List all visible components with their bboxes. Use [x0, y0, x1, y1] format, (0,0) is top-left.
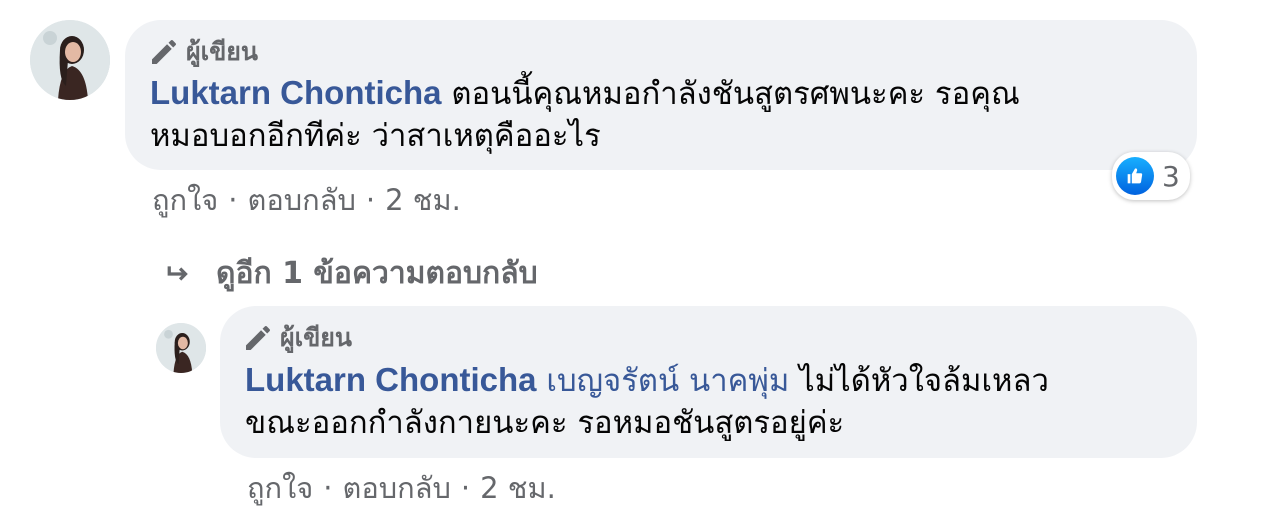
reply-button[interactable]: ตอบกลับ	[343, 465, 451, 511]
reply-body: Luktarn Chonticha เบญจรัตน์ นาคพุ่ม ไม่ไ…	[245, 359, 1175, 444]
timestamp-link[interactable]: 2 ชม.	[385, 177, 461, 223]
view-more-replies-label: ดูอีก 1 ข้อความตอบกลับ	[216, 256, 538, 291]
reply-avatar[interactable]	[156, 323, 206, 373]
like-button[interactable]: ถูกใจ	[247, 465, 313, 511]
separator: ·	[323, 471, 333, 505]
like-reaction-icon	[1116, 157, 1154, 195]
mention-link[interactable]: เบญจรัตน์ นาคพุ่ม	[546, 363, 789, 399]
reply-arrow-icon	[167, 265, 188, 281]
like-button[interactable]: ถูกใจ	[152, 177, 218, 223]
separator: ·	[365, 183, 376, 217]
author-badge-label: ผู้เขียน	[186, 37, 259, 66]
author-name-link[interactable]: Luktarn Chonticha	[245, 361, 537, 398]
profile-photo	[30, 20, 110, 100]
author-name-link[interactable]: Luktarn Chonticha	[150, 74, 442, 111]
pencil-icon	[152, 40, 176, 64]
reaction-count: 3	[1162, 159, 1180, 193]
reply-text-line2: ขณะออกกำลังกายนะคะ รอหมอชันสูตรอยู่ค่ะ	[245, 405, 845, 441]
avatar[interactable]	[30, 20, 110, 100]
separator: ·	[228, 183, 238, 217]
timestamp-link[interactable]: 2 ชม.	[480, 465, 556, 511]
comment-actions: ถูกใจ · ตอบกลับ · 2 ชม.	[152, 177, 461, 223]
separator: ·	[460, 471, 471, 505]
author-badge-label: ผู้เขียน	[280, 323, 353, 352]
reply-text-line1: ไม่ได้หัวใจล้มเหลว	[799, 363, 1049, 399]
view-more-replies-link[interactable]: ดูอีก 1 ข้อความตอบกลับ	[166, 250, 538, 297]
reply-actions: ถูกใจ · ตอบกลับ · 2 ชม.	[247, 465, 556, 511]
comment-text-line2: หมอบอกอีกทีค่ะ ว่าสาเหตุคืออะไร	[150, 118, 601, 154]
profile-photo	[156, 323, 206, 373]
author-badge: ผู้เขียน	[148, 32, 258, 72]
pencil-icon	[246, 326, 270, 350]
author-badge: ผู้เขียน	[242, 318, 352, 358]
reply-button[interactable]: ตอบกลับ	[248, 177, 356, 223]
reaction-summary[interactable]: 3	[1112, 152, 1190, 200]
comment-text-line1: ตอนนี้คุณหมอกำลังชันสูตรศพนะคะ รอคุณ	[451, 76, 1020, 112]
comment-body: Luktarn Chonticha ตอนนี้คุณหมอกำลังชันสู…	[150, 72, 1170, 157]
